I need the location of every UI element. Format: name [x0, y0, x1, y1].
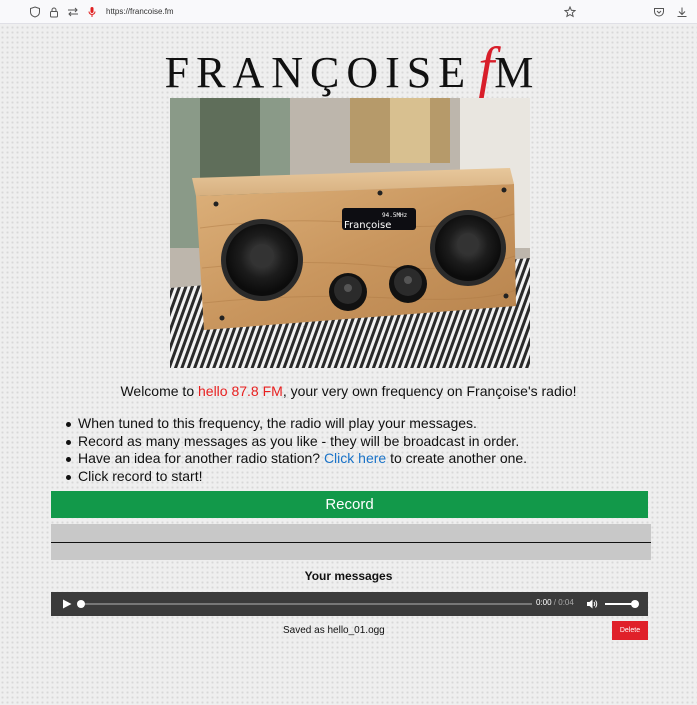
- messages-title: Your messages: [304, 569, 393, 583]
- microphone-icon[interactable]: [85, 5, 99, 19]
- shield-icon[interactable]: [28, 5, 42, 19]
- welcome-prefix: Welcome to: [120, 383, 198, 399]
- display-station: Françoise: [344, 220, 391, 231]
- bullet-text: When tuned to this frequency, the radio …: [78, 415, 477, 431]
- pocket-icon[interactable]: [652, 5, 666, 19]
- bullet-text: Record as many messages as you like - th…: [78, 432, 520, 449]
- instructions-list: When tuned to this frequency, the radio …: [64, 415, 664, 485]
- list-item: When tuned to this frequency, the radio …: [64, 415, 664, 433]
- volume-slider[interactable]: [605, 600, 639, 608]
- click-here-link[interactable]: Click here: [324, 450, 386, 466]
- bullet-text: Have an idea for another radio station?: [78, 450, 324, 466]
- record-button[interactable]: Record: [51, 491, 648, 518]
- logo-wordmark: FRANÇOISE: [164, 48, 473, 97]
- audio-player: 0:00 / 0:04: [51, 592, 648, 616]
- site-logo: FRANÇOISE f M: [155, 35, 545, 100]
- list-item: Have an idea for another radio station? …: [64, 450, 664, 468]
- waveform-visualizer: [51, 524, 651, 560]
- duration: 0:04: [558, 598, 574, 607]
- radio-photo: 94.5MHz Françoise: [170, 98, 530, 368]
- waveform-line: [51, 542, 651, 543]
- url-bar[interactable]: https://francoise.fm: [28, 2, 174, 22]
- display-frequency: 94.5MHz: [382, 212, 408, 219]
- welcome-text: Welcome to hello 87.8 FM, your very own …: [0, 383, 697, 399]
- url-text[interactable]: https://francoise.fm: [106, 7, 174, 16]
- seek-bar[interactable]: [77, 600, 532, 608]
- radio-illustration: 94.5MHz Françoise: [170, 98, 530, 368]
- welcome-suffix: , your very own frequency on Françoise's…: [282, 383, 577, 399]
- list-item: Click record to start!: [64, 468, 664, 486]
- volume-handle[interactable]: [631, 600, 639, 608]
- saved-message-label: Saved as hello_01.ogg: [283, 625, 385, 636]
- volume-icon[interactable]: [586, 598, 598, 610]
- bullet-text: to create another one.: [386, 450, 528, 466]
- download-icon[interactable]: [675, 5, 689, 19]
- delete-button[interactable]: Delete: [612, 621, 648, 640]
- lock-icon[interactable]: [47, 5, 61, 19]
- browser-toolbar: https://francoise.fm: [0, 0, 697, 24]
- play-icon[interactable]: [62, 599, 72, 609]
- logo-f-mark: f: [478, 35, 495, 100]
- seek-handle[interactable]: [77, 600, 85, 608]
- bookmark-star-icon[interactable]: [563, 5, 577, 19]
- station-name: hello 87.8 FM: [198, 383, 283, 399]
- current-time: 0:00: [536, 598, 552, 607]
- logo-m-mark: M: [494, 48, 536, 97]
- time-display: 0:00 / 0:04: [536, 598, 574, 607]
- bullet-text: Click record to start!: [78, 467, 203, 484]
- page-content: FRANÇOISE f M 94.5MHz Françoise Welcome …: [0, 24, 697, 705]
- list-item: Record as many messages as you like - th…: [64, 433, 664, 451]
- permissions-icon[interactable]: [66, 5, 80, 19]
